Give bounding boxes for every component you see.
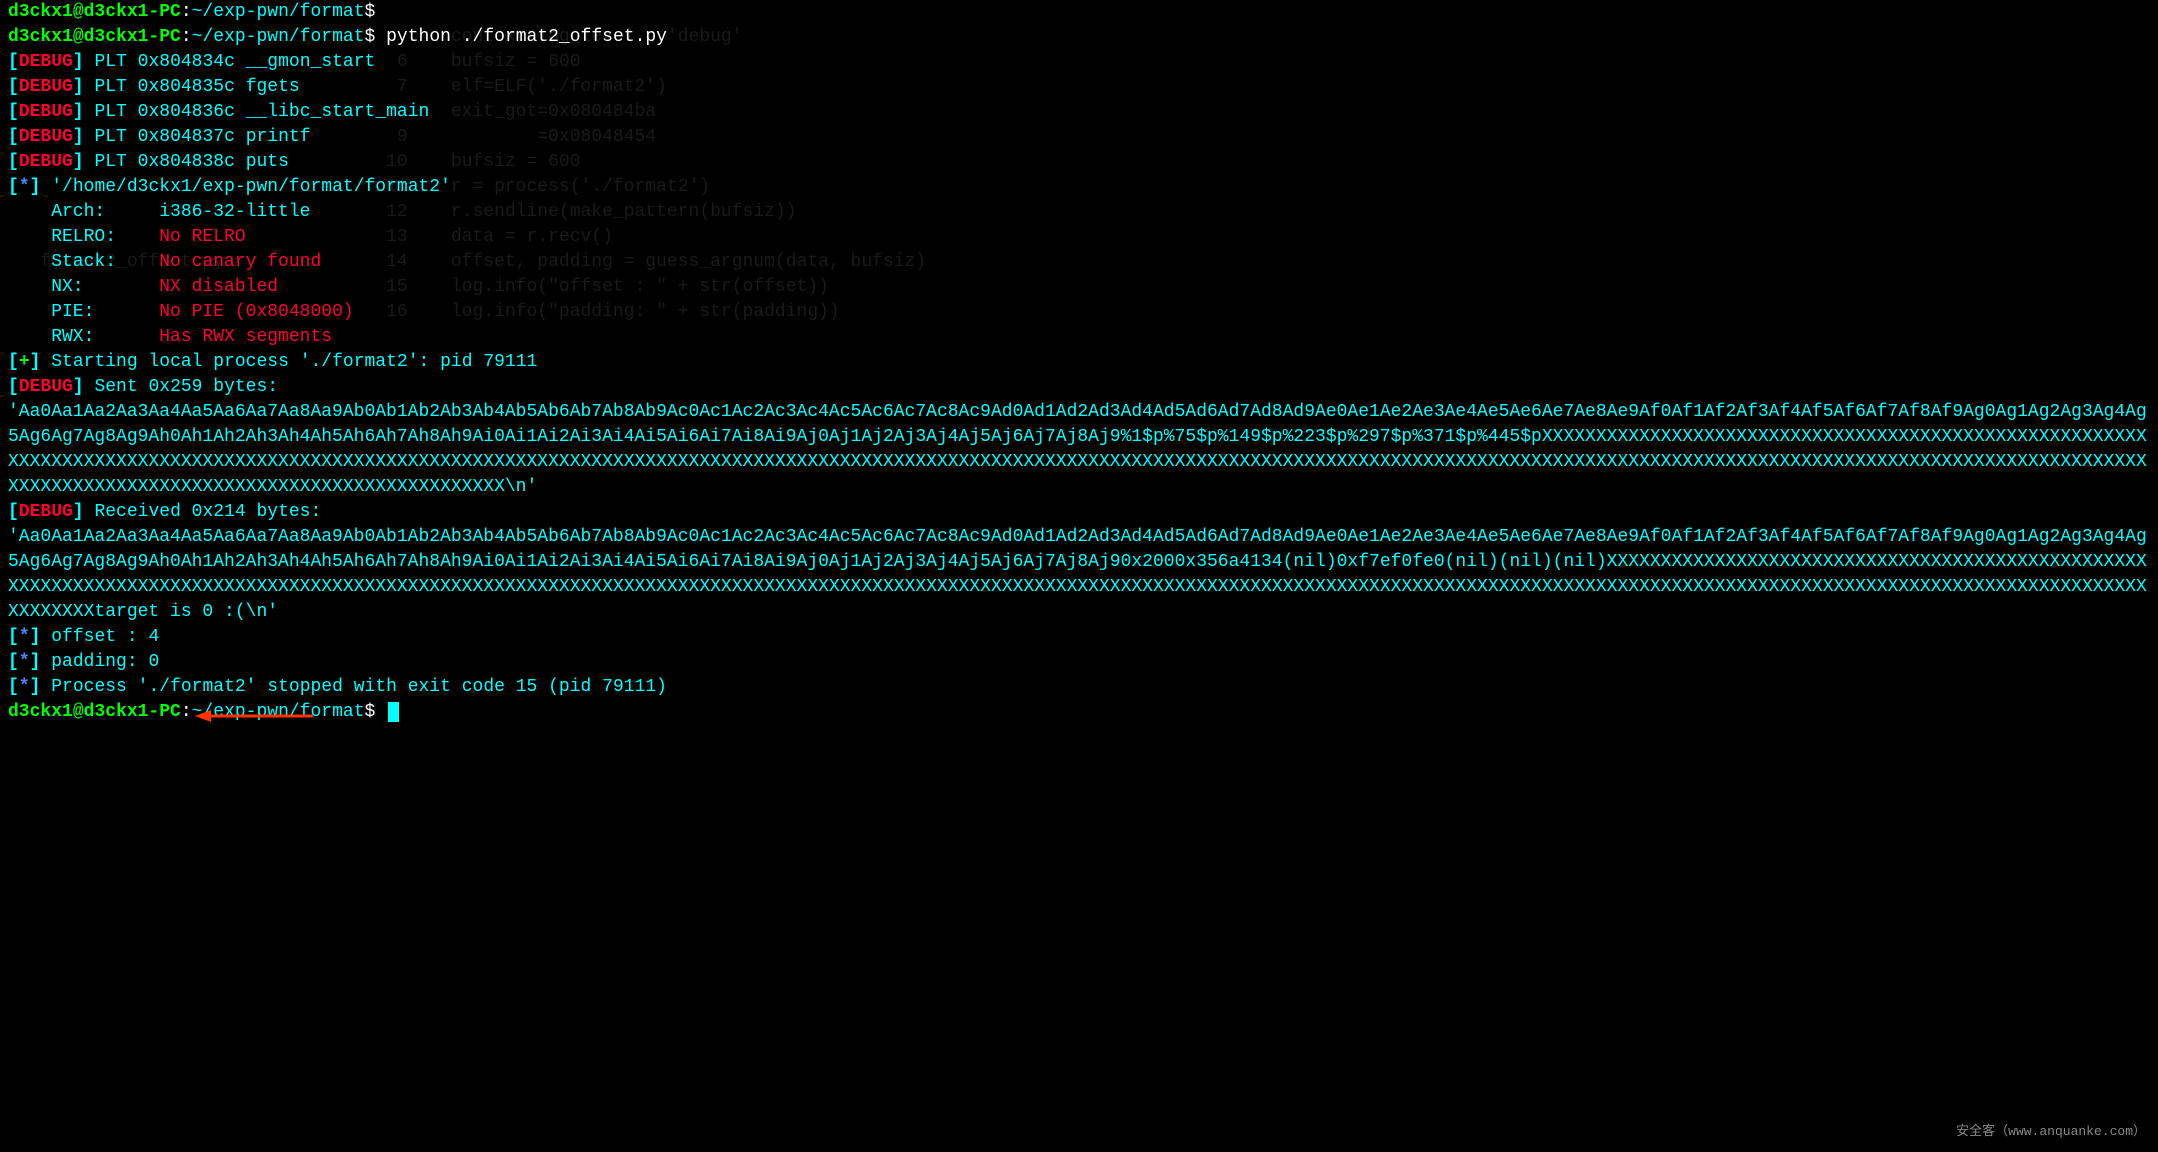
stack-label: Stack: (8, 252, 159, 272)
plt-addr: 0x804838c (138, 152, 235, 172)
debug-recv-line: [DEBUG] Received 0x214 bytes: (8, 500, 2150, 525)
relro-value: No RELRO (159, 227, 245, 247)
offset-text: offset : 4 (51, 627, 159, 647)
cursor-icon (388, 702, 399, 722)
arch-value: i386-32-little (159, 202, 310, 222)
prompt-user: d3ckx1 (8, 2, 73, 22)
checksec-pie: PIE: No PIE (0x8048000) (8, 300, 2150, 325)
debug-plt-line: [DEBUG] PLT 0x804834c __gmon_start (8, 50, 2150, 75)
plt-name: __gmon_start (246, 52, 376, 72)
tilde: ~ (192, 27, 203, 47)
stack-value: No canary found (159, 252, 321, 272)
debug-plt-line: [DEBUG] PLT 0x804836c __libc_start_main (8, 100, 2150, 125)
dollar-sign: $ (365, 2, 376, 22)
prompt-line-active[interactable]: d3ckx1@d3ckx1-PC:~/exp-pwn/format$ (8, 700, 2150, 725)
checksec-rwx: RWX: Has RWX segments (8, 325, 2150, 350)
prompt-user: d3ckx1 (8, 702, 73, 722)
colon: : (181, 2, 192, 22)
prompt-host: d3ckx1-PC (84, 702, 181, 722)
command-text: python ./format2_offset.py (386, 27, 667, 47)
offset-line: [*] offset : 4 (8, 625, 2150, 650)
checksec-relro: RELRO: No RELRO (8, 225, 2150, 250)
nx-value: NX disabled (159, 277, 278, 297)
debug-plt-line: [DEBUG] PLT 0x804837c printf (8, 125, 2150, 150)
colon: : (181, 702, 192, 722)
debug-sent-line: [DEBUG] Sent 0x259 bytes: (8, 375, 2150, 400)
plt-name: __libc_start_main (246, 102, 430, 122)
relro-label: RELRO: (8, 227, 159, 247)
prompt-user: d3ckx1 (8, 27, 73, 47)
checksec-arch: Arch: i386-32-little (8, 200, 2150, 225)
debug-plt-line: [DEBUG] PLT 0x804835c fgets (8, 75, 2150, 100)
prompt-path: /exp-pwn/format (202, 27, 364, 47)
plt-name: printf (246, 127, 311, 147)
binary-path-line: [*] '/home/d3ckx1/exp-pwn/format/format2… (8, 175, 2150, 200)
plt-name: fgets (246, 77, 300, 97)
arch-label: Arch: (8, 202, 159, 222)
checksec-nx: NX: NX disabled (8, 275, 2150, 300)
checksec-stack: Stack: No canary found (8, 250, 2150, 275)
prompt-line-cutoff: d3ckx1@d3ckx1-PC:~/exp-pwn/format$ (8, 0, 2150, 25)
at-sign: @ (73, 2, 84, 22)
prompt-host: d3ckx1-PC (84, 2, 181, 22)
plt-addr: 0x804834c (138, 52, 235, 72)
starting-process-line: [+] Starting local process './format2': … (8, 350, 2150, 375)
prompt-path: /exp-pwn/format (202, 2, 364, 22)
recv-header: Received 0x214 bytes: (94, 502, 321, 522)
plt-addr: 0x804836c (138, 102, 235, 122)
prompt-host: d3ckx1-PC (84, 27, 181, 47)
watermark-text: 安全客（www.anquanke.com） (1956, 1119, 2146, 1144)
at-sign: @ (73, 27, 84, 47)
sent-header: Sent 0x259 bytes: (94, 377, 278, 397)
plt-name: puts (246, 152, 289, 172)
pie-label: PIE: (8, 302, 159, 322)
padding-line: [*] padding: 0 (8, 650, 2150, 675)
nx-label: NX: (8, 277, 159, 297)
binary-path: '/home/d3ckx1/exp-pwn/format/format2' (51, 177, 451, 197)
process-stopped-line: [*] Process './format2' stopped with exi… (8, 675, 2150, 700)
terminal-output[interactable]: d3ckx1@d3ckx1-PC:~/exp-pwn/format$ d3ckx… (0, 0, 2158, 725)
starting-text: Starting local process './format2': pid … (51, 352, 537, 372)
plt-addr: 0x804837c (138, 127, 235, 147)
padding-text: padding: 0 (51, 652, 159, 672)
plt-addr: 0x804835c (138, 77, 235, 97)
dollar-sign: $ (365, 27, 376, 47)
colon: : (181, 27, 192, 47)
pie-value: No PIE (0x8048000) (159, 302, 353, 322)
annotation-arrow-icon (195, 706, 315, 735)
dollar-sign: $ (365, 702, 376, 722)
tilde: ~ (192, 2, 203, 22)
rwx-value: Has RWX segments (159, 327, 332, 347)
recv-pattern-dump: 'Aa0Aa1Aa2Aa3Aa4Aa5Aa6Aa7Aa8Aa9Ab0Ab1Ab2… (8, 525, 2150, 625)
rwx-label: RWX: (8, 327, 159, 347)
stopped-text: Process './format2' stopped with exit co… (51, 677, 667, 697)
debug-plt-line: [DEBUG] PLT 0x804838c puts (8, 150, 2150, 175)
sent-pattern-dump: 'Aa0Aa1Aa2Aa3Aa4Aa5Aa6Aa7Aa8Aa9Ab0Ab1Ab2… (8, 400, 2150, 500)
prompt-line: d3ckx1@d3ckx1-PC:~/exp-pwn/format$ pytho… (8, 25, 2150, 50)
at-sign: @ (73, 702, 84, 722)
